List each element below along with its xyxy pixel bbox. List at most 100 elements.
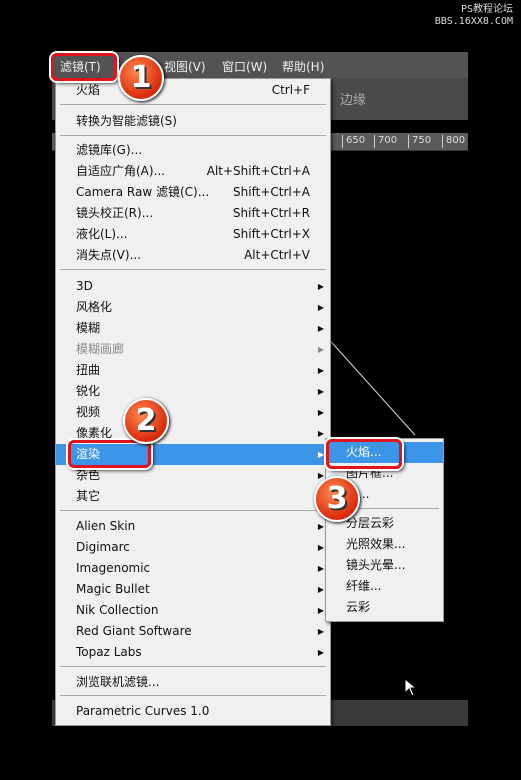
menu-item-label: 其它 (76, 489, 101, 503)
menu-item[interactable]: 视频 ▶ (56, 402, 330, 423)
submenu-arrow-icon: ▶ (317, 585, 324, 594)
watermark-line2: BBS.16XX8.COM (434, 16, 513, 27)
menu-item-label: 锐化 (76, 384, 101, 398)
menu-item[interactable]: Topaz Labs ▶ (56, 642, 330, 663)
submenu-arrow-icon: ▶ (317, 324, 324, 333)
submenu-arrow-icon: ▶ (317, 648, 324, 657)
menu-item-label: Imagenomic (76, 561, 151, 575)
menu-item-label: Nik Collection (76, 603, 159, 617)
menu-item-label: Alien Skin (76, 519, 136, 533)
filter-menu: 火焰 Ctrl+F 转换为智能滤镜(S) 滤镜库(G)... 自适应广角(A)... Al… (55, 78, 331, 726)
menu-item[interactable]: Red Giant Software ▶ (56, 621, 330, 642)
callout-box-3 (326, 439, 402, 469)
menu-item-shortcut: Shift+Ctrl+X (233, 227, 310, 241)
menu-item[interactable]: 杂色 ▶ (56, 465, 330, 486)
menu-item[interactable]: 模糊画廊 ▶ (56, 339, 330, 360)
submenu-item[interactable]: 纤维... (326, 576, 443, 597)
submenu-item-label: 镜头光晕... (346, 558, 406, 572)
menu-item-label: 扭曲 (76, 363, 101, 377)
menu-item[interactable]: Alien Skin ▶ (56, 516, 330, 537)
submenu-arrow-icon: ▶ (317, 345, 324, 354)
submenu-arrow-icon: ▶ (317, 564, 324, 573)
submenu-item-label: 分层云彩 (346, 516, 395, 530)
menu-item-shortcut: Alt+Ctrl+V (244, 248, 310, 262)
menu-item[interactable]: 模糊 ▶ (56, 318, 330, 339)
menu-separator (60, 510, 326, 511)
submenu-arrow-icon: ▶ (317, 303, 324, 312)
menu-item-label: Camera Raw 滤镜(C)... (76, 185, 210, 199)
menu-item-shortcut: Shift+Ctrl+R (232, 206, 310, 220)
menu-item[interactable]: 扭曲 ▶ (56, 360, 330, 381)
menu-item[interactable]: 自适应广角(A)... Alt+Shift+Ctrl+A (56, 161, 330, 182)
callout-box-1 (51, 53, 117, 81)
ruler-tick: 800 (442, 135, 465, 148)
submenu-arrow-icon: ▶ (317, 282, 324, 291)
menu-item-label: 消失点(V)... (76, 248, 142, 262)
submenu-arrow-icon: ▶ (317, 522, 324, 531)
menu-separator (60, 269, 326, 270)
menu-item[interactable]: Camera Raw 滤镜(C)... Shift+Ctrl+A (56, 182, 330, 203)
menu-item-label: 滤镜库(G)... (76, 143, 143, 157)
menu-item[interactable]: Imagenomic ▶ (56, 558, 330, 579)
menu-item[interactable]: 锐化 ▶ (56, 381, 330, 402)
menu-item-label: Parametric Curves 1.0 (76, 704, 210, 718)
menu-item[interactable]: Magic Bullet ▶ (56, 579, 330, 600)
menu-item[interactable]: 滤镜库(G)... (56, 140, 330, 161)
step-badge-3: 3 (314, 476, 360, 522)
menu-view[interactable]: 视图(V) (164, 58, 206, 75)
watermark: PS教程论坛 BBS.16XX8.COM (435, 4, 513, 28)
menu-item[interactable]: 转换为智能滤镜(S) (56, 111, 330, 132)
menu-item-label: 3D (76, 279, 93, 293)
menu-item[interactable]: 风格化 ▶ (56, 297, 330, 318)
menu-item[interactable]: 镜头校正(R)... Shift+Ctrl+R (56, 203, 330, 224)
menu-item[interactable]: 消失点(V)... Alt+Ctrl+V (56, 245, 330, 266)
menu-item-label: 镜头校正(R)... (76, 206, 154, 220)
menu-item[interactable]: 液化(L)... Shift+Ctrl+X (56, 224, 330, 245)
menu-separator (60, 135, 326, 136)
menu-item[interactable]: 其它▶ (56, 486, 330, 507)
submenu-item-label: 纤维... (346, 579, 382, 593)
ruler-tick: 650 (342, 135, 365, 148)
submenu-arrow-icon: ▶ (317, 450, 324, 459)
menu-item-shortcut: Ctrl+F (271, 83, 310, 97)
menu-item-shortcut: Alt+Shift+Ctrl+A (206, 164, 310, 178)
menu-item[interactable]: Parametric Curves 1.0 (56, 701, 330, 722)
submenu-item[interactable]: 镜头光晕... (326, 555, 443, 576)
submenu-arrow-icon: ▶ (317, 366, 324, 375)
menu-item[interactable]: 3D ▶ (56, 276, 330, 297)
submenu-item[interactable]: 光照效果... (326, 534, 443, 555)
menu-item-label: 模糊 (76, 321, 101, 335)
menu-window[interactable]: 窗口(W) (222, 58, 267, 75)
submenu-arrow-icon: ▶ (317, 543, 324, 552)
submenu-arrow-icon: ▶ (317, 627, 324, 636)
mouse-cursor-icon (404, 678, 418, 697)
menu-item-label: Topaz Labs (76, 645, 142, 659)
watermark-line1: PS教程论坛 (460, 4, 513, 15)
menu-item-label: 转换为智能滤镜(S) (76, 114, 177, 128)
submenu-arrow-icon: ▶ (317, 408, 324, 417)
menu-item[interactable]: 火焰 Ctrl+F (56, 80, 330, 101)
menu-item-label: 模糊画廊 (76, 342, 125, 356)
menu-item-label: Digimarc (76, 540, 130, 554)
menu-item-label: 风格化 (76, 300, 113, 314)
menu-separator (60, 104, 326, 105)
menu-item[interactable]: Digimarc ▶ (56, 537, 330, 558)
edge-option[interactable]: 边缘 (340, 89, 366, 108)
menu-item-label: 火焰 (76, 83, 101, 97)
menu-item[interactable]: Nik Collection ▶ (56, 600, 330, 621)
submenu-arrow-icon: ▶ (317, 606, 324, 615)
submenu-arrow-icon: ▶ (317, 429, 324, 438)
menu-help[interactable]: 帮助(H) (282, 58, 324, 75)
menu-item-shortcut: Shift+Ctrl+A (233, 185, 310, 199)
submenu-item-label: 光照效果... (346, 537, 406, 551)
menu-item-label: 杂色 (76, 468, 101, 482)
submenu-item[interactable]: 云彩 (326, 597, 443, 618)
menu-item-label: 自适应广角(A)... (76, 164, 166, 178)
menu-item[interactable]: 浏览联机滤镜... (56, 672, 330, 693)
menu-separator (60, 695, 326, 696)
submenu-item-label: 云彩 (346, 600, 371, 614)
canvas-line (324, 334, 416, 436)
submenu-arrow-icon: ▶ (317, 387, 324, 396)
step-badge-2: 2 (123, 398, 169, 444)
ruler-tick: 750 (408, 135, 431, 148)
